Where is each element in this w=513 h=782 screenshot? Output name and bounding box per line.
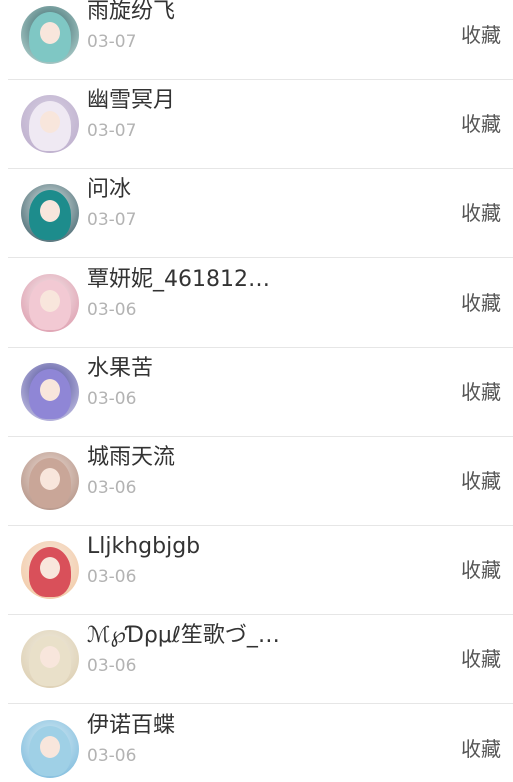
date-label: 03-06	[87, 299, 137, 320]
list-item[interactable]: 问冰 03-07 收藏	[0, 169, 513, 259]
favorite-button[interactable]: 收藏	[461, 541, 501, 599]
avatar	[21, 6, 79, 64]
user-name: 幽雪冥月	[87, 88, 176, 114]
user-name: 覃妍妮_461812…	[87, 266, 270, 292]
date-label: 03-06	[87, 478, 137, 498]
user-name: 水果苦	[87, 355, 154, 381]
user-name: Lljkhgbjgb	[87, 534, 201, 560]
favorite-button[interactable]: 收藏	[461, 363, 501, 421]
favorite-button[interactable]: 收藏	[461, 274, 501, 332]
date-label: 03-06	[87, 388, 137, 409]
avatar	[21, 95, 79, 154]
user-name: 伊诺百蝶	[87, 712, 176, 738]
list-item[interactable]: 雨旋纷飞 03-07 收藏	[0, 0, 513, 80]
avatar	[21, 541, 79, 600]
favorite-button[interactable]: 收藏	[461, 95, 501, 153]
list-item[interactable]: 覃妍妮_461812… 03-06 收藏	[0, 259, 513, 348]
list-item[interactable]: 城雨天流 03-06 收藏	[0, 437, 513, 526]
list-item[interactable]: 伊诺百蝶 03-06 收藏	[0, 705, 513, 782]
list-item[interactable]: ℳ℘Ɗρμℓ笙歌づ_… 03-06 收藏	[0, 615, 513, 705]
avatar	[21, 362, 79, 421]
avatar	[21, 630, 79, 689]
list-item[interactable]: 水果苦 03-06 收藏	[0, 348, 513, 437]
favorite-button[interactable]: 收藏	[461, 184, 501, 242]
favorite-button[interactable]: 收藏	[461, 630, 501, 688]
favorite-button[interactable]: 收藏	[461, 720, 501, 778]
list-item[interactable]: Lljkhgbjgb 03-06 收藏	[0, 526, 513, 616]
favorite-button[interactable]: 收藏	[461, 6, 501, 64]
date-label: 03-06	[87, 567, 137, 588]
favorites-list: 雨旋纷飞 03-07 收藏 幽雪冥月 03-07 收藏 问冰 03-07 收藏 覃妍妮_46181…	[0, 0, 513, 782]
avatar	[21, 273, 79, 332]
user-name: ℳ℘Ɗρμℓ笙歌づ_…	[87, 623, 280, 649]
date-label: 03-07	[87, 121, 137, 142]
avatar	[21, 184, 79, 243]
date-label: 03-07	[87, 210, 137, 231]
date-label: 03-07	[87, 32, 137, 52]
date-label: 03-06	[87, 656, 137, 677]
list-item[interactable]: 幽雪冥月 03-07 收藏	[0, 80, 513, 170]
user-name: 城雨天流	[87, 445, 176, 470]
user-name: 雨旋纷飞	[87, 0, 176, 24]
avatar	[21, 452, 79, 510]
favorite-button[interactable]: 收藏	[461, 452, 501, 510]
date-label: 03-06	[87, 745, 137, 766]
user-name: 问冰	[87, 177, 132, 203]
avatar	[21, 719, 79, 778]
